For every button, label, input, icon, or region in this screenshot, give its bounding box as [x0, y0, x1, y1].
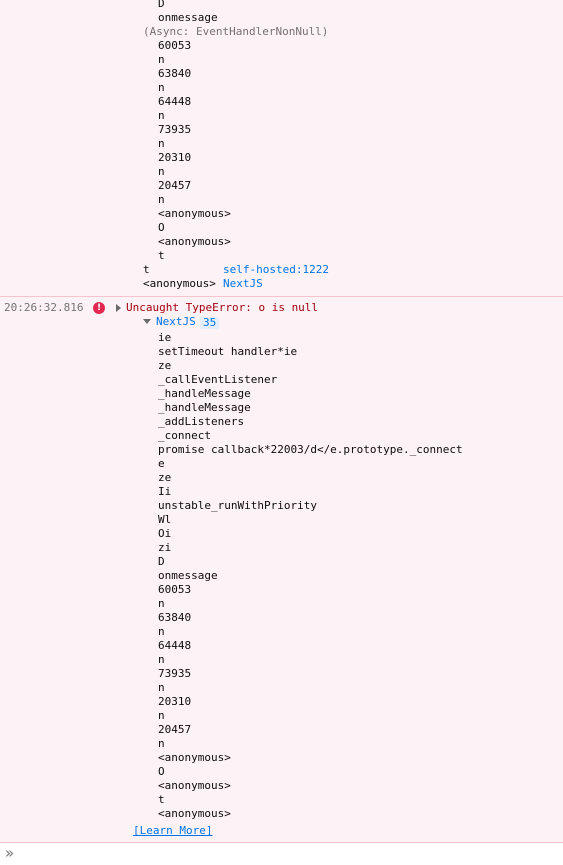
stack-frame[interactable]: 20457	[158, 723, 191, 737]
learn-more-link[interactable]: [Learn More]	[133, 824, 212, 838]
stack-frame[interactable]: n	[158, 193, 165, 207]
stack-frame[interactable]: n	[158, 681, 165, 695]
timestamp: 20:26:32.816	[4, 301, 84, 314]
stack-frame[interactable]: 60053	[158, 39, 191, 53]
stack-frame[interactable]: <anonymous>	[158, 235, 231, 249]
stack-frame[interactable]: Oi	[158, 527, 171, 541]
stack-frame[interactable]: unstable_runWithPriority	[158, 499, 317, 513]
stack-trace-continuation	[0, 0, 563, 297]
stack-frame[interactable]: n	[158, 737, 165, 751]
console-input[interactable]	[0, 843, 563, 865]
stack-frame[interactable]: O	[158, 221, 165, 235]
stack-frame[interactable]: 63840	[158, 67, 191, 81]
stack-group-name[interactable]: NextJS	[156, 315, 196, 329]
stack-frame[interactable]: promise callback*22003/d</e.prototype._c…	[158, 443, 463, 457]
stack-frame[interactable]: <anonymous>	[158, 751, 231, 765]
frame-count: 35	[200, 317, 220, 329]
stack-frame[interactable]: n	[158, 625, 165, 639]
stack-frame[interactable]: <anonymous>	[158, 207, 231, 221]
stack-frame[interactable]: _connect	[158, 429, 211, 443]
stack-frame[interactable]: ze	[158, 471, 171, 485]
stack-frame[interactable]: t	[158, 793, 165, 807]
stack-frame[interactable]: n	[158, 653, 165, 667]
stack-frame[interactable]: n	[158, 597, 165, 611]
stack-frame[interactable]: n	[158, 165, 165, 179]
stack-frame[interactable]: Wl	[158, 513, 171, 527]
stack-frame[interactable]: 20457	[158, 179, 191, 193]
stack-frame[interactable]: Ii	[158, 485, 171, 499]
stack-frame[interactable]: _addListeners	[158, 415, 244, 429]
stack-frame[interactable]: 63840	[158, 611, 191, 625]
stack-frame[interactable]: D	[158, 0, 165, 11]
stack-frame[interactable]: O	[158, 765, 165, 779]
stack-frame[interactable]: t	[158, 249, 165, 263]
stack-frame[interactable]: _handleMessage	[158, 401, 251, 415]
stack-frame[interactable]: 60053	[158, 583, 191, 597]
stack-frame[interactable]: ie	[158, 331, 171, 345]
stack-frame[interactable]: _handleMessage	[158, 387, 251, 401]
stack-frame[interactable]: ze	[158, 359, 171, 373]
source-link[interactable]: self-hosted:1222	[223, 263, 329, 277]
collapse-arrow-icon[interactable]	[143, 319, 151, 324]
error-message-row	[0, 297, 563, 843]
stack-frame[interactable]: 73935	[158, 667, 191, 681]
stack-frame[interactable]: D	[158, 555, 165, 569]
stack-frame[interactable]: n	[158, 109, 165, 123]
expand-arrow-icon[interactable]	[116, 304, 121, 312]
stack-frame[interactable]: n	[158, 53, 165, 67]
stack-frame[interactable]: 73935	[158, 123, 191, 137]
stack-frame[interactable]: _callEventListener	[158, 373, 277, 387]
stack-frame[interactable]: t	[143, 263, 150, 277]
stack-frame[interactable]: <anonymous>	[158, 779, 231, 793]
stack-frame[interactable]: 64448	[158, 639, 191, 653]
stack-frame[interactable]: <anonymous>	[158, 807, 231, 821]
stack-frame[interactable]: zi	[158, 541, 171, 555]
stack-frame[interactable]: <anonymous>	[143, 277, 216, 291]
async-separator: (Async: EventHandlerNonNull)	[143, 25, 329, 38]
stack-frame[interactable]: e	[158, 457, 165, 471]
stack-frame[interactable]: 20310	[158, 151, 191, 165]
stack-frame[interactable]: 20310	[158, 695, 191, 709]
error-message[interactable]: Uncaught TypeError: o is null	[126, 301, 318, 315]
stack-frame[interactable]: 64448	[158, 95, 191, 109]
error-icon: !	[93, 302, 105, 314]
stack-frame[interactable]: onmessage	[158, 11, 218, 25]
stack-frame[interactable]: n	[158, 709, 165, 723]
stack-frame[interactable]: n	[158, 137, 165, 151]
stack-frame[interactable]: onmessage	[158, 569, 218, 583]
source-link[interactable]: NextJS	[223, 277, 263, 291]
frame-count-badge: 35	[200, 316, 220, 330]
stack-frame[interactable]: n	[158, 81, 165, 95]
chevrons-right-icon: »	[5, 844, 15, 862]
stack-frame[interactable]: setTimeout handler*ie	[158, 345, 297, 359]
